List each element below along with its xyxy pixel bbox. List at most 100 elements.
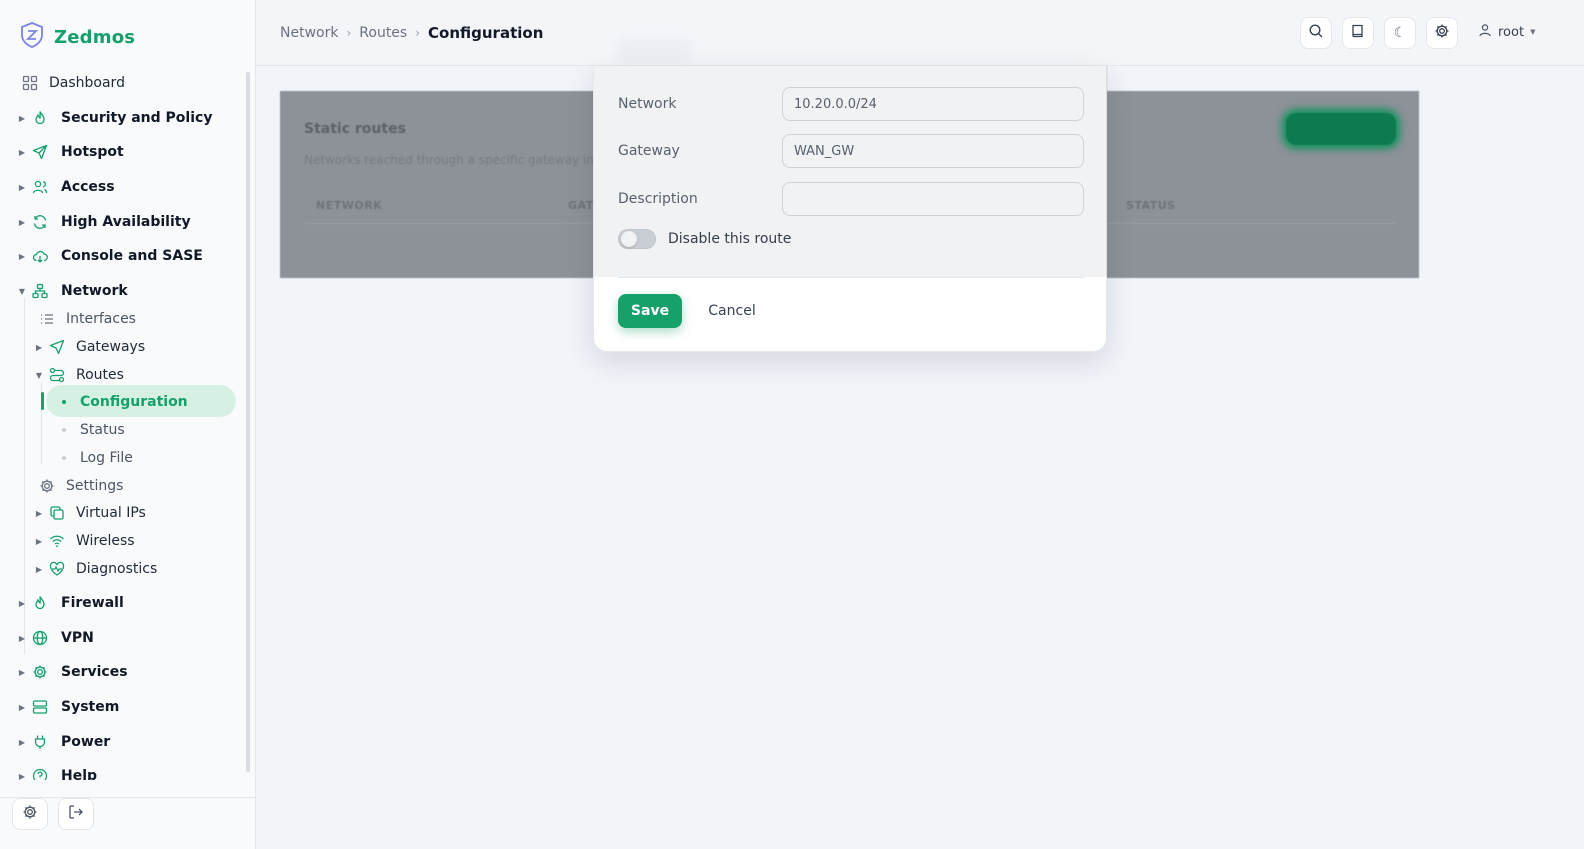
chevron-right-icon: ▶ — [18, 217, 26, 227]
breadcrumb-routes[interactable]: Routes — [359, 25, 407, 41]
column-header-network: NETWORK — [316, 199, 383, 212]
top-header: Network › Routes › Configuration ☾ root … — [256, 0, 1584, 66]
disable-route-label: Disable this route — [668, 231, 792, 247]
network-input[interactable] — [782, 87, 1084, 121]
sidebar-item-label: Routes — [76, 367, 124, 383]
user-icon — [1478, 23, 1492, 41]
server-icon — [29, 698, 51, 716]
sidebar-item-vpn[interactable]: ▶ VPN — [0, 623, 240, 653]
network-label: Network — [618, 96, 677, 112]
plug-icon — [29, 733, 51, 751]
gateway-label: Gateway — [618, 143, 680, 159]
user-menu[interactable]: root ▼ — [1478, 23, 1535, 41]
refresh-icon — [29, 213, 51, 231]
column-header-gateway: GAT — [568, 199, 594, 212]
sidebar-item-dashboard[interactable]: Dashboard — [0, 68, 240, 98]
bullet-dot — [62, 456, 66, 460]
sidebar-item-label: Status — [80, 422, 125, 438]
sidebar-item-label: Help — [61, 768, 98, 780]
description-input[interactable] — [782, 182, 1084, 216]
add-route-button[interactable] — [1286, 113, 1396, 145]
gear-icon — [29, 663, 51, 681]
sidebar-item-system[interactable]: ▶ System — [0, 692, 240, 722]
logout-icon — [68, 804, 84, 824]
sidebar-item-label: VPN — [61, 630, 94, 646]
save-button[interactable]: Save — [618, 294, 682, 328]
sidebar-item-label: Hotspot — [61, 144, 124, 160]
header-settings-button[interactable] — [1426, 17, 1458, 49]
network-field-row: Network — [618, 87, 1084, 121]
gear-icon — [36, 477, 58, 495]
description-field-row: Description — [618, 182, 1084, 216]
gateway-field-row: Gateway — [618, 134, 1084, 168]
sidebar-item-services[interactable]: ▶ Services — [0, 657, 240, 687]
sidebar-item-label: Virtual IPs — [76, 505, 146, 521]
cancel-button[interactable]: Cancel — [694, 294, 770, 328]
sidebar-footer — [0, 797, 256, 849]
sidebar-item-access[interactable]: ▶ Access — [0, 172, 240, 202]
sidebar-item-virtual-ips[interactable]: ▶ Virtual IPs — [0, 498, 240, 528]
send-icon — [29, 143, 51, 161]
book-icon — [1350, 23, 1366, 43]
chevron-right-icon: ▶ — [35, 342, 43, 352]
sidebar-item-status[interactable]: Status — [0, 415, 240, 445]
sidebar-item-firewall[interactable]: ▶ Firewall — [0, 588, 240, 618]
cloud-icon — [29, 247, 51, 265]
chevron-right-icon: ▶ — [18, 251, 26, 261]
flame-icon — [29, 109, 51, 127]
sidebar-item-diagnostics[interactable]: ▶ Diagnostics — [0, 554, 240, 584]
disable-route-toggle[interactable] — [618, 229, 656, 249]
sidebar-item-log-file[interactable]: Log File — [0, 443, 240, 473]
chevron-right-icon: ▶ — [18, 113, 26, 123]
gear-icon — [1434, 23, 1450, 43]
sidebar-item-power[interactable]: ▶ Power — [0, 727, 240, 757]
card-subtitle: Networks reached through a specific gate… — [304, 153, 601, 167]
help-icon — [29, 767, 51, 780]
sidebar-item-security-and-policy[interactable]: ▶ Security and Policy — [0, 103, 240, 133]
sidebar-item-network[interactable]: ▼ Network — [0, 276, 240, 306]
card-title: Static routes — [304, 121, 406, 137]
sidebar-item-high-availability[interactable]: ▶ High Availability — [0, 207, 240, 237]
sidebar-item-label: Settings — [66, 478, 124, 494]
sidebar-item-wireless[interactable]: ▶ Wireless — [0, 526, 240, 556]
sidebar-item-hotspot[interactable]: ▶ Hotspot — [0, 137, 240, 167]
modal-title-ghost — [617, 38, 691, 64]
sidebar-item-settings[interactable]: Settings — [0, 471, 240, 501]
bullet-dot — [62, 400, 66, 404]
chevron-right-icon: › — [415, 26, 421, 40]
sidebar-item-label: Network — [61, 283, 128, 299]
sidebar-scrollbar[interactable] — [246, 72, 250, 772]
search-icon — [1308, 23, 1324, 43]
chevron-right-icon: ▶ — [35, 508, 43, 518]
chevron-right-icon: ▶ — [18, 667, 26, 677]
gateway-input[interactable] — [782, 134, 1084, 168]
sidebar-item-label: Log File — [80, 450, 133, 466]
breadcrumb-network[interactable]: Network — [280, 25, 338, 41]
moon-icon: ☾ — [1393, 25, 1407, 41]
bullet-dot — [62, 428, 66, 432]
brand-name: Zedmos — [54, 26, 136, 48]
chevron-down-icon: ▼ — [35, 370, 43, 380]
chevron-right-icon: ▶ — [18, 633, 26, 643]
brand[interactable]: Zedmos — [20, 22, 135, 52]
chevron-right-icon: ▶ — [18, 771, 26, 781]
sidebar: Zedmos Dashboard ▶ Security and Policy ▶… — [0, 0, 256, 849]
theme-toggle-button[interactable]: ☾ — [1384, 17, 1416, 49]
sidebar-item-configuration[interactable]: Configuration — [0, 387, 240, 417]
sidebar-item-console-and-sase[interactable]: ▶ Console and SASE — [0, 241, 240, 271]
logout-button[interactable] — [58, 798, 94, 830]
sidebar-item-gateways[interactable]: ▶ Gateways — [0, 332, 240, 362]
docs-button[interactable] — [1342, 17, 1374, 49]
breadcrumb: Network › Routes › Configuration — [280, 24, 543, 42]
network-icon — [29, 282, 51, 300]
globe-icon — [29, 629, 51, 647]
chevron-right-icon: ▶ — [18, 702, 26, 712]
search-button[interactable] — [1300, 17, 1332, 49]
sidebar-item-help[interactable]: ▶ Help — [0, 761, 240, 780]
dashboard-icon — [19, 74, 41, 92]
chevron-down-icon: ▼ — [18, 286, 26, 296]
sidebar-item-interfaces[interactable]: Interfaces — [0, 304, 240, 334]
column-header-status: STATUS — [1126, 199, 1176, 212]
sidebar-item-label: Power — [61, 734, 111, 750]
settings-button[interactable] — [12, 798, 48, 830]
